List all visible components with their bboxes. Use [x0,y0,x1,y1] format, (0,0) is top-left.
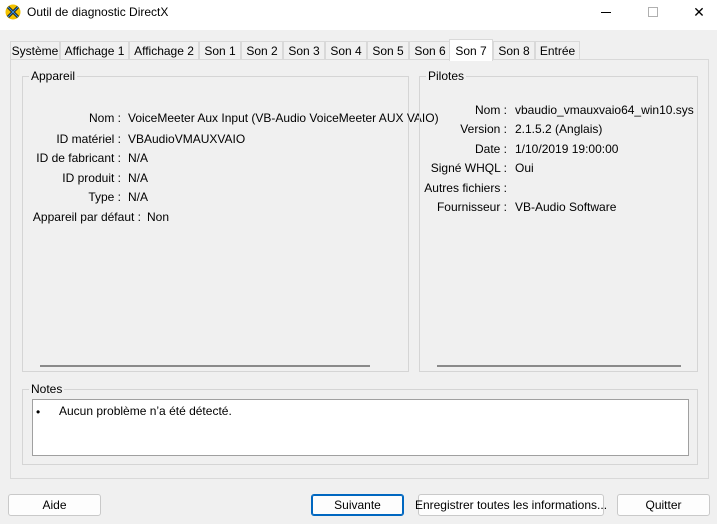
drivers-group: Pilotes [419,69,698,372]
drivers-scrollbar[interactable] [437,365,681,367]
notes-text: Aucun problème n’a été détecté. [59,404,232,418]
notes-group-title: Notes [29,382,65,396]
minimize-button[interactable] [583,0,629,24]
maximize-icon [648,7,658,17]
help-button[interactable]: Aide [8,494,101,516]
minimize-icon [601,11,611,13]
close-button[interactable]: ✕ [676,0,717,24]
drivers-group-title: Pilotes [426,69,467,83]
directx-icon [5,4,21,20]
tab-son-1[interactable]: Son 1 [199,41,241,60]
tab-affichage-2[interactable]: Affichage 2 [129,41,199,60]
tab-son-5[interactable]: Son 5 [367,41,409,60]
tab-son-4[interactable]: Son 4 [325,41,367,60]
window-title: Outil de diagnostic DirectX [27,5,169,19]
quit-button[interactable]: Quitter [617,494,710,516]
tab-son-7[interactable]: Son 7 [449,39,493,61]
tab-son-8[interactable]: Son 8 [493,41,535,60]
notes-textarea[interactable]: • Aucun problème n’a été détecté. [32,399,689,456]
maximize-button[interactable] [630,0,676,24]
tab-son-6[interactable]: Son 6 [409,41,451,60]
tab-systeme[interactable]: Système [10,41,60,60]
device-scrollbar[interactable] [40,365,370,367]
close-icon: ✕ [693,3,705,20]
notes-bullet: • [36,405,41,419]
tab-affichage-1[interactable]: Affichage 1 [60,41,129,60]
save-all-info-button[interactable]: Enregistrer toutes les informations... [415,494,607,516]
tab-son-2[interactable]: Son 2 [241,41,283,60]
device-group-title: Appareil [29,69,78,83]
title-bar: Outil de diagnostic DirectX ✕ [0,0,717,30]
tab-son-3[interactable]: Son 3 [283,41,325,60]
tab-entree[interactable]: Entrée [535,41,580,60]
next-button[interactable]: Suivante [311,494,404,516]
